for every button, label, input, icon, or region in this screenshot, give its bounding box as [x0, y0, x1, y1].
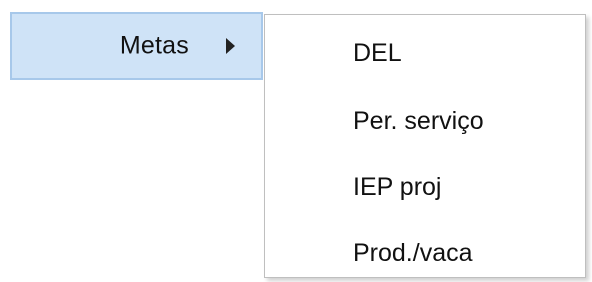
submenu-arrow-icon [226, 38, 235, 54]
submenu-item-prod-vaca[interactable]: Prod./vaca [353, 227, 581, 279]
submenu-item-del[interactable]: DEL [353, 27, 581, 79]
submenu-item-label: DEL [353, 38, 402, 67]
submenu-metas: DEL Per. serviço IEP proj Prod./vaca [264, 14, 586, 278]
submenu-item-per-servico[interactable]: Per. serviço [353, 95, 581, 147]
menu-item-metas-label: Metas [119, 31, 189, 60]
submenu-item-label: Prod./vaca [353, 238, 473, 267]
submenu-item-label: IEP proj [353, 172, 442, 201]
menu-item-metas[interactable]: Metas [10, 12, 263, 80]
submenu-item-label: Per. serviço [353, 106, 484, 135]
submenu-item-iep-proj[interactable]: IEP proj [353, 161, 581, 213]
